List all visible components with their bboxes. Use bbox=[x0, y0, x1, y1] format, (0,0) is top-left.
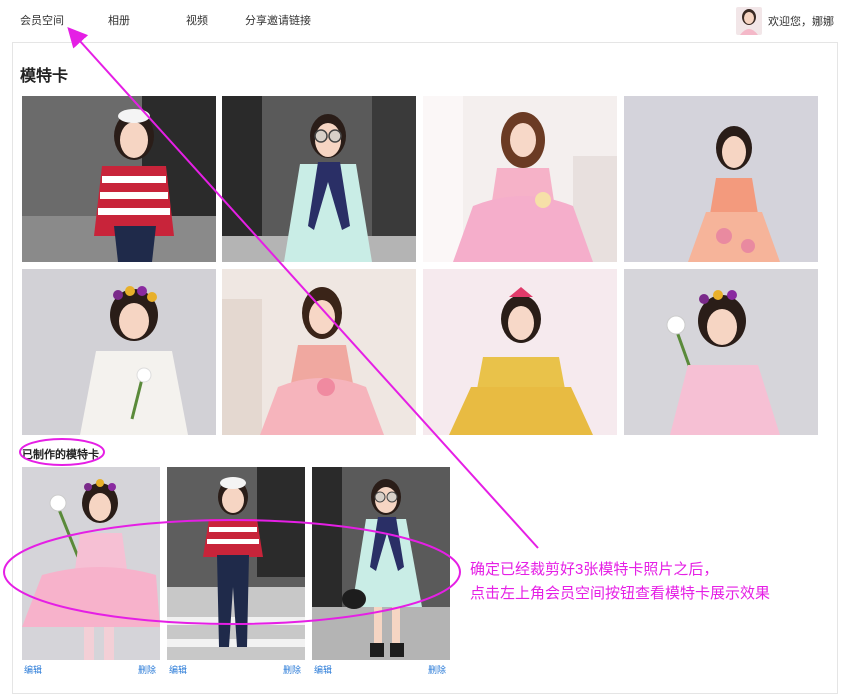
photo-7[interactable] bbox=[423, 269, 617, 435]
made-card-1-delete-button[interactable]: 删除 bbox=[138, 663, 156, 676]
photo-6[interactable] bbox=[222, 269, 416, 435]
made-card-2-delete-button[interactable]: 删除 bbox=[283, 663, 301, 676]
photo-1[interactable] bbox=[22, 96, 216, 262]
photo-8[interactable] bbox=[624, 269, 818, 435]
user-menu[interactable]: 欢迎您，娜娜 bbox=[736, 6, 834, 36]
made-card-3-edit-button[interactable]: 编辑 bbox=[314, 663, 332, 676]
avatar[interactable] bbox=[736, 7, 762, 35]
nav-album[interactable]: 相册 bbox=[108, 12, 130, 28]
top-nav: 会员空间 相册 视频 分享邀请链接 欢迎您，娜娜 bbox=[0, 0, 850, 40]
page-title: 模特卡 bbox=[20, 68, 69, 85]
photo-2[interactable] bbox=[222, 96, 416, 262]
nav-video[interactable]: 视频 bbox=[186, 12, 208, 28]
welcome-text: 欢迎您，娜娜 bbox=[768, 16, 834, 28]
photo-5[interactable] bbox=[22, 269, 216, 435]
made-card-2[interactable] bbox=[167, 467, 305, 660]
page: 会员空间 相册 视频 分享邀请链接 欢迎您，娜娜 模特卡 已制作的模特卡 编辑 … bbox=[0, 0, 850, 700]
nav-member-space[interactable]: 会员空间 bbox=[20, 12, 64, 28]
nav-share-invite-link[interactable]: 分享邀请链接 bbox=[245, 12, 311, 28]
annotation-text-line-2: 点击左上角会员空间按钮查看模特卡展示效果 bbox=[470, 585, 771, 602]
made-card-2-edit-button[interactable]: 编辑 bbox=[169, 663, 187, 676]
annotation-text-line-1: 确定已经裁剪好3张模特卡照片之后， bbox=[470, 561, 719, 578]
photo-4[interactable] bbox=[624, 96, 818, 262]
photo-3[interactable] bbox=[423, 96, 617, 262]
made-card-3[interactable] bbox=[312, 467, 450, 660]
made-card-1[interactable] bbox=[22, 467, 160, 660]
made-card-3-delete-button[interactable]: 删除 bbox=[428, 663, 446, 676]
made-cards-heading: 已制作的模特卡 bbox=[22, 449, 99, 461]
made-card-1-edit-button[interactable]: 编辑 bbox=[24, 663, 42, 676]
